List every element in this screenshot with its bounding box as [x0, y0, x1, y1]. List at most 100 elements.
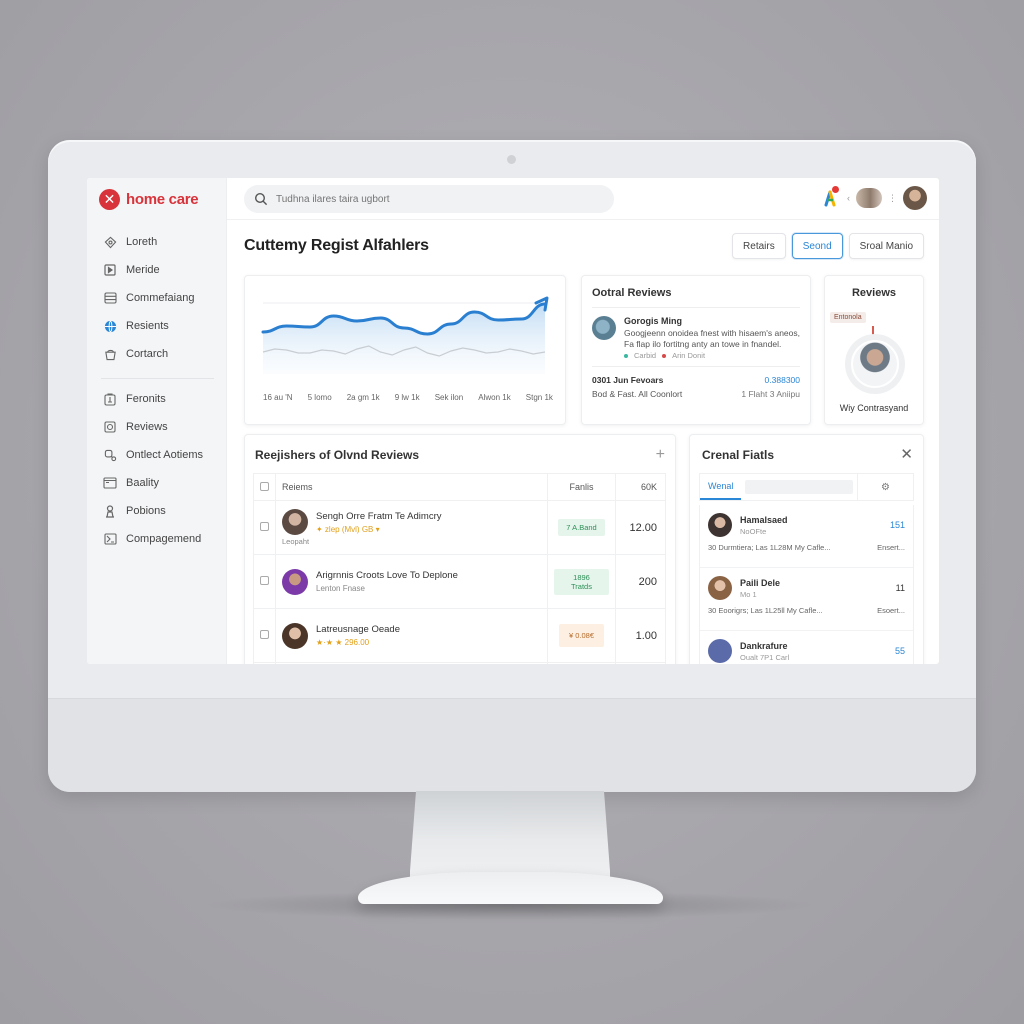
review-meta-right: Arin Donit	[672, 351, 706, 361]
contact-detail: 30 Durmtiera; Las 1L28M My Cafle...	[708, 543, 831, 552]
contact-sub: NoOFte	[740, 526, 767, 536]
screen: ✕ home care Loreth Meride Commefaiang Re…	[87, 178, 939, 664]
apps-icon[interactable]	[819, 186, 841, 209]
status-dot-icon	[662, 353, 667, 358]
contact-action[interactable]: Ensert...	[877, 543, 905, 552]
sidebar-item-label: Meride	[126, 264, 160, 276]
row-extra: Leopaht	[282, 537, 310, 546]
stats-value-sub: 1 Flaht 3 Aniipu	[741, 389, 800, 400]
sidebar-item-label: Pobions	[126, 505, 166, 517]
select-all-checkbox[interactable]	[260, 481, 269, 491]
reviews-table-card: Reejishers of Olvnd Reviews + Reiems Fan…	[244, 434, 676, 664]
main-content: Cuttemy Regist Alfahlers Retairs Seond S…	[227, 220, 939, 664]
close-icon[interactable]: ✕	[900, 447, 913, 462]
sidebar-item-feronits[interactable]: Feronits	[87, 385, 226, 413]
table-row-partial[interactable]	[253, 662, 666, 664]
row-status-pill: 7 A.Band	[558, 519, 605, 536]
folder-icon	[103, 476, 117, 490]
profile-card-title: Reviews	[851, 287, 897, 299]
row-checkbox[interactable]	[260, 522, 269, 531]
column-header-reviews[interactable]: Reiems	[275, 473, 548, 501]
search-icon	[254, 192, 268, 206]
contact-item[interactable]: Hamalsaed NoOFte 151 30 Durmtiera; Las 1…	[700, 505, 913, 568]
review-stats: 0301 Jun Fevoars Bod & Fast. All Coonlor…	[592, 375, 800, 399]
chart-x-tick-label: Stgn 1k	[525, 393, 553, 402]
row-status-pill: ¥ 0.08€	[558, 624, 605, 647]
tab-search-field[interactable]	[745, 480, 853, 494]
row-checkbox[interactable]	[260, 576, 269, 585]
contact-name: Dankrafure	[740, 640, 788, 651]
monitor-stand-foot	[358, 872, 663, 904]
contact-detail: 30 Eoorigrs; Las 1L25ll My Cafle...	[708, 606, 823, 615]
user-avatar[interactable]	[903, 186, 927, 210]
monitor-chin	[48, 698, 976, 792]
sidebar-item-label: Cortarch	[126, 348, 169, 360]
divider	[592, 366, 800, 368]
home-icon	[103, 235, 117, 249]
contact-action[interactable]: Esoert...	[877, 606, 905, 615]
sidebar-item-ontlect-aotiems[interactable]: Ontlect Aotiems	[87, 441, 226, 469]
trend-chart	[261, 296, 549, 374]
retairs-button[interactable]: Retairs	[732, 233, 786, 259]
row-title: Sengh Orre Fratm Te Adimcry	[316, 510, 442, 522]
table-row[interactable]: Arigrnnis Croots Love To Deplone Lenton …	[253, 554, 666, 609]
brand-logo-icon: ✕	[99, 188, 120, 210]
sidebar-item-meride[interactable]: Meride	[87, 256, 226, 284]
settings-icon[interactable]: ⚙	[857, 474, 913, 500]
table-row[interactable]: Sengh Orre Fratm Te Adimcry ✦ zlep (Mvl)…	[253, 500, 666, 555]
brand[interactable]: ✕ home care	[87, 178, 226, 220]
contact-sub: Oualt 7P1 Carl	[740, 652, 790, 662]
media-icon	[103, 263, 117, 277]
contact-item[interactable]: Dankrafure Oualt 7P1 Carl 55	[700, 631, 913, 664]
stats-value[interactable]: 0.388300	[741, 375, 800, 385]
sidebar-nav-secondary: Feronits Reviews Ontlect Aotiems Baality…	[87, 385, 226, 553]
search-input[interactable]	[276, 193, 596, 205]
contact-list: Hamalsaed NoOFte 151 30 Durmtiera; Las 1…	[699, 505, 914, 664]
add-icon[interactable]: +	[656, 447, 665, 463]
table-row[interactable]: Latreusnage Oeade ★·★ ★ 296.00 ¥ 0.08€ 1…	[253, 608, 666, 663]
profile-name: Wiy Contrasyand	[839, 403, 909, 413]
tab-wenal[interactable]: Wenal	[700, 474, 742, 500]
notification-badge	[832, 186, 839, 193]
contact-count: 151	[889, 520, 905, 530]
sidebar-item-baality[interactable]: Baality	[87, 469, 226, 497]
sidebar-item-resients[interactable]: Resients	[87, 312, 226, 340]
row-value: 200	[615, 554, 666, 609]
recent-thumbnails[interactable]	[856, 188, 882, 208]
sidebar-item-loreth[interactable]: Loreth	[87, 228, 226, 256]
row-value: 12.00	[615, 500, 666, 555]
contact-avatar	[708, 513, 732, 537]
sidebar-divider	[101, 378, 214, 379]
sidebar-item-label: Baality	[126, 477, 160, 489]
sidebar-item-commefaiang[interactable]: Commefaiang	[87, 284, 226, 312]
sidebar-item-cortarch[interactable]: Cortarch	[87, 340, 226, 368]
contact-name: Paili Dele	[740, 577, 781, 588]
contact-item[interactable]: Paili Dele Mo 1 11 30 Eoorigrs; Las 1L25…	[700, 568, 913, 631]
column-header-60k[interactable]: 60K	[615, 473, 666, 501]
table-header-row: Reiems Fanlis 60K	[253, 473, 666, 501]
row-title: Latreusnage Oeade	[316, 624, 400, 635]
search-bar[interactable]	[244, 185, 614, 213]
seond-button[interactable]: Seond	[791, 233, 843, 259]
row-avatar	[282, 509, 308, 535]
sidebar-item-reviews[interactable]: Reviews	[87, 413, 226, 441]
sidebar: ✕ home care Loreth Meride Commefaiang Re…	[87, 178, 227, 664]
contacts-card: Crenal Fiatls ✕ Wenal ⚙ Hamalsaed NoOFte	[689, 434, 924, 664]
profile-reviews-card: Reviews Entonola Wiy Contrasyand	[824, 275, 924, 425]
contact-count: 11	[895, 583, 905, 593]
column-header-fanlis[interactable]: Fanlis	[547, 473, 616, 501]
sroal-manio-button[interactable]: Sroal Manio	[848, 233, 924, 259]
sidebar-item-label: Compagemend	[126, 533, 202, 545]
sidebar-item-compagemend[interactable]: Compagemend	[87, 525, 226, 553]
globe-icon	[103, 319, 117, 333]
bucket-icon	[103, 347, 117, 361]
more-vertical-icon[interactable]: ⋮	[888, 193, 897, 204]
profile-photo-ring[interactable]	[845, 334, 905, 394]
contacts-title: Crenal Fiatls	[702, 447, 775, 462]
contact-count: 55	[894, 646, 905, 656]
sidebar-item-pobions[interactable]: Pobions	[87, 497, 226, 525]
chevron-left-icon[interactable]: ‹	[847, 193, 850, 203]
brand-name: home care	[126, 190, 199, 208]
review-item[interactable]: Gorogis Ming Googjeenn onoidea fnest wit…	[592, 316, 800, 360]
row-checkbox[interactable]	[260, 630, 269, 639]
